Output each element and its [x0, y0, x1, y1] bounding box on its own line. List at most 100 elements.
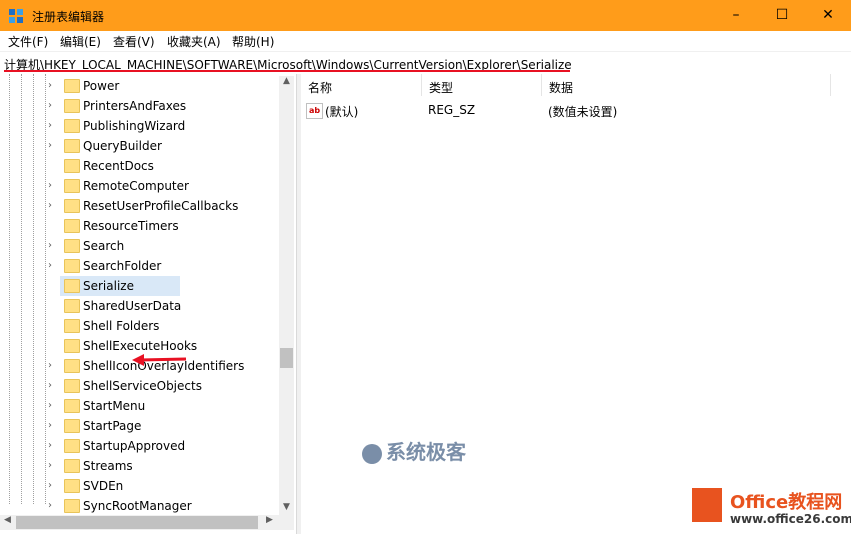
tree-item[interactable]: Shell Folders — [48, 316, 288, 336]
tree-item-label: SVDEn — [83, 479, 124, 493]
folder-icon — [64, 79, 80, 93]
tree-item-label: SharedUserData — [83, 299, 182, 313]
scroll-down-icon[interactable]: ▼ — [279, 502, 294, 512]
scroll-right-icon[interactable]: ▶ — [262, 515, 277, 525]
tree-item[interactable]: RecentDocs — [48, 156, 288, 176]
tree-item[interactable]: › Power — [48, 76, 288, 96]
tree-item-label: QueryBuilder — [83, 139, 162, 153]
main-panes: › Power › PrintersAndFaxes › PublishingWizard… — [0, 74, 851, 534]
folder-icon — [64, 399, 80, 413]
tree-item[interactable]: › QueryBuilder — [48, 136, 288, 156]
value-row[interactable]: ab (默认) REG_SZ (数值未设置) — [301, 100, 851, 120]
tree-item[interactable]: › StartupApproved — [48, 436, 288, 456]
tree-item[interactable]: SharedUserData — [48, 296, 288, 316]
tree-vertical-scroll-thumb[interactable] — [280, 348, 293, 368]
column-header-name-label: 名称 — [308, 81, 333, 95]
brand-name: Office教程网 — [730, 492, 843, 513]
folder-icon — [64, 499, 80, 513]
tree-item-label: Power — [83, 79, 120, 93]
chevron-right-icon[interactable]: › — [48, 100, 58, 111]
column-header-type-label: 类型 — [429, 81, 454, 95]
tree-item-label: Search — [83, 239, 125, 253]
chevron-right-icon[interactable]: › — [48, 200, 58, 211]
folder-icon — [64, 179, 80, 193]
chevron-right-icon[interactable]: › — [48, 180, 58, 191]
folder-icon — [64, 159, 80, 173]
tree-item[interactable]: › RemoteComputer — [48, 176, 288, 196]
folder-icon — [64, 279, 80, 293]
tree-item-label: ShellServiceObjects — [83, 379, 202, 393]
tree-item[interactable]: › SVDEn — [48, 476, 288, 496]
chevron-right-icon[interactable]: › — [48, 400, 58, 411]
folder-icon — [64, 199, 80, 213]
column-header-data[interactable]: 数据 — [542, 74, 831, 96]
maximize-button[interactable]: ☐ — [759, 0, 805, 31]
menu-bar: 文件(F) 编辑(E) 查看(V) 收藏夹(A) 帮助(H) — [0, 31, 851, 52]
tree-item[interactable]: › ResetUserProfileCallbacks — [48, 196, 288, 216]
regedit-app-icon — [8, 8, 24, 24]
tree-item-label: RecentDocs — [83, 159, 154, 173]
tree-item[interactable]: › StartMenu — [48, 396, 288, 416]
tree-item[interactable]: ResourceTimers — [48, 216, 288, 236]
folder-icon — [64, 239, 80, 253]
tree-guide-line — [9, 74, 10, 504]
chevron-right-icon[interactable]: › — [48, 360, 58, 371]
menu-help[interactable]: 帮助(H) — [232, 33, 274, 50]
watermark-logo-icon — [362, 443, 382, 464]
tree-item[interactable]: › PrintersAndFaxes — [48, 96, 288, 116]
tree-item[interactable]: › PublishingWizard — [48, 116, 288, 136]
tree-item-label: StartMenu — [83, 399, 146, 413]
folder-icon — [64, 419, 80, 433]
scroll-left-icon[interactable]: ◀ — [0, 515, 15, 525]
tree-item-label: ShellExecuteHooks — [83, 339, 198, 353]
folder-icon — [64, 299, 80, 313]
folder-icon — [64, 379, 80, 393]
chevron-right-icon[interactable]: › — [48, 380, 58, 391]
column-header-type[interactable]: 类型 — [422, 74, 542, 96]
tree-horizontal-scroll-thumb[interactable] — [16, 516, 258, 529]
menu-file[interactable]: 文件(F) — [8, 33, 48, 50]
tree-item[interactable]: › SyncRootManager — [48, 496, 288, 516]
chevron-right-icon[interactable]: › — [48, 140, 58, 151]
chevron-right-icon[interactable]: › — [48, 440, 58, 451]
folder-icon — [64, 139, 80, 153]
chevron-right-icon[interactable]: › — [48, 80, 58, 91]
menu-view[interactable]: 查看(V) — [113, 33, 155, 50]
menu-edit[interactable]: 编辑(E) — [60, 33, 101, 50]
chevron-right-icon[interactable]: › — [48, 260, 58, 271]
tree-item[interactable]: › Search — [48, 236, 288, 256]
tree-guide-line — [45, 74, 46, 504]
tree-item-label: SearchFolder — [83, 259, 162, 273]
folder-icon — [64, 459, 80, 473]
values-list: 名称 类型 数据 ab (默认) REG_SZ (数值未设置) — [301, 74, 851, 534]
address-annotation-underline — [4, 70, 570, 72]
brand-url: www.office26.com — [730, 512, 851, 526]
tree-item[interactable]: › ShellServiceObjects — [48, 376, 288, 396]
minimize-button[interactable]: – — [713, 0, 759, 31]
scroll-up-icon[interactable]: ▲ — [279, 76, 294, 86]
office-brand-logo: Office教程网 www.office26.com — [684, 484, 851, 534]
chevron-right-icon[interactable]: › — [48, 500, 58, 511]
menu-favorites[interactable]: 收藏夹(A) — [167, 33, 221, 50]
tree-vertical-scrollbar[interactable]: ▲ ▼ — [279, 76, 294, 516]
tree-item[interactable]: Serialize — [48, 276, 288, 296]
tree-guide-line — [33, 74, 34, 504]
close-button[interactable]: ✕ — [805, 0, 851, 31]
folder-icon — [64, 259, 80, 273]
chevron-right-icon[interactable]: › — [48, 240, 58, 251]
chevron-right-icon[interactable]: › — [48, 420, 58, 431]
tree-horizontal-scrollbar[interactable]: ◀ ▶ — [0, 515, 294, 530]
tree-item[interactable]: › Streams — [48, 456, 288, 476]
tree-item[interactable]: › StartPage — [48, 416, 288, 436]
tree-item-label: PublishingWizard — [83, 119, 186, 133]
chevron-right-icon[interactable]: › — [48, 460, 58, 471]
tree-item-label: SyncRootManager — [83, 499, 192, 513]
tree-item[interactable]: › SearchFolder — [48, 256, 288, 276]
column-header-name[interactable]: 名称 — [301, 74, 422, 96]
value-type: REG_SZ — [428, 103, 476, 117]
tree-item-label: Streams — [83, 459, 133, 473]
folder-icon — [64, 359, 80, 373]
chevron-right-icon[interactable]: › — [48, 120, 58, 131]
office-icon — [692, 488, 722, 522]
chevron-right-icon[interactable]: › — [48, 480, 58, 491]
